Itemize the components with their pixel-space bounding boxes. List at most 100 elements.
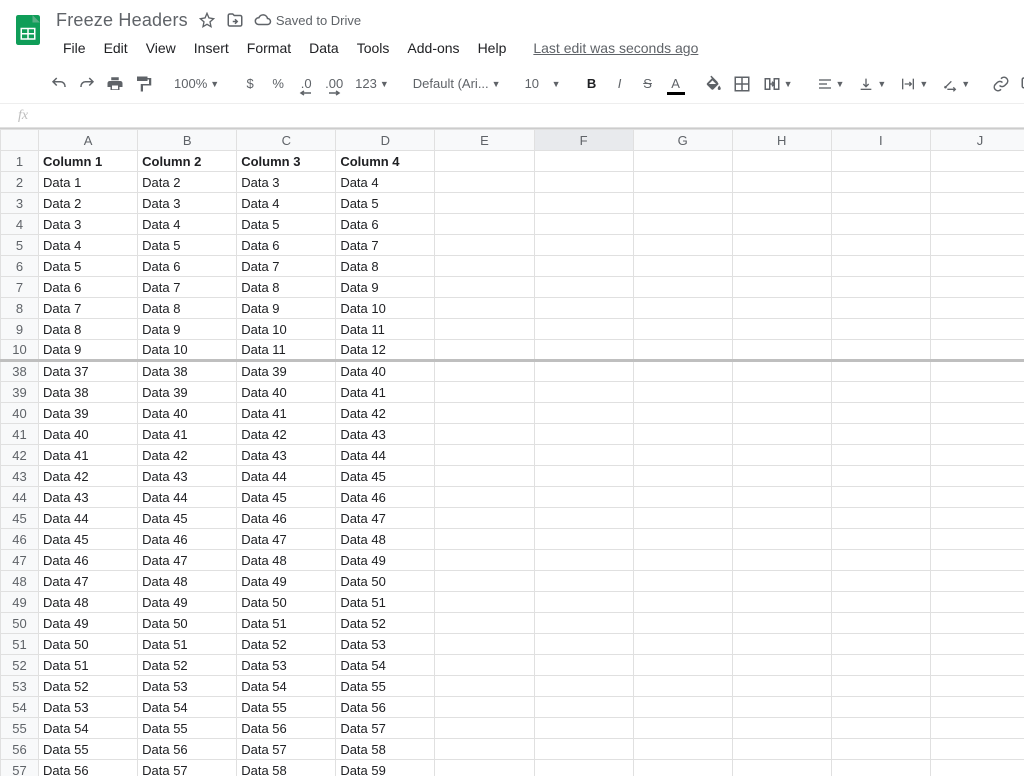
col-header-J[interactable]: J bbox=[930, 130, 1024, 151]
cell[interactable] bbox=[831, 655, 930, 676]
cell[interactable]: Data 55 bbox=[39, 739, 138, 760]
cell[interactable] bbox=[633, 592, 732, 613]
cell[interactable] bbox=[534, 445, 633, 466]
menu-format[interactable]: Format bbox=[240, 36, 298, 60]
cell[interactable]: Data 11 bbox=[336, 319, 435, 340]
cell[interactable]: Data 44 bbox=[237, 466, 336, 487]
increase-decimal-button[interactable]: .00 bbox=[321, 71, 347, 97]
cell[interactable] bbox=[732, 193, 831, 214]
cell[interactable] bbox=[633, 319, 732, 340]
row-header[interactable]: 5 bbox=[1, 235, 39, 256]
cell[interactable]: Data 45 bbox=[336, 466, 435, 487]
cell[interactable] bbox=[732, 319, 831, 340]
cell[interactable] bbox=[930, 571, 1024, 592]
cell[interactable]: Data 10 bbox=[336, 298, 435, 319]
cell[interactable]: Data 55 bbox=[336, 676, 435, 697]
cell[interactable]: Data 9 bbox=[138, 319, 237, 340]
cell[interactable]: Data 7 bbox=[138, 277, 237, 298]
cell[interactable] bbox=[435, 529, 534, 550]
cell[interactable] bbox=[732, 508, 831, 529]
cell[interactable] bbox=[732, 550, 831, 571]
cell[interactable] bbox=[831, 718, 930, 739]
row-header[interactable]: 7 bbox=[1, 277, 39, 298]
menu-view[interactable]: View bbox=[139, 36, 183, 60]
cell[interactable]: Data 9 bbox=[39, 340, 138, 361]
cell[interactable] bbox=[732, 382, 831, 403]
cell[interactable] bbox=[534, 214, 633, 235]
row-header[interactable]: 47 bbox=[1, 550, 39, 571]
col-header-D[interactable]: D bbox=[336, 130, 435, 151]
cell[interactable] bbox=[732, 571, 831, 592]
cell[interactable] bbox=[930, 361, 1024, 382]
cell[interactable]: Data 43 bbox=[336, 424, 435, 445]
cell[interactable] bbox=[930, 676, 1024, 697]
cell[interactable]: Data 42 bbox=[39, 466, 138, 487]
cell[interactable] bbox=[930, 466, 1024, 487]
cell[interactable]: Data 52 bbox=[138, 655, 237, 676]
cell[interactable]: Data 56 bbox=[39, 760, 138, 776]
cell[interactable] bbox=[732, 613, 831, 634]
row-header[interactable]: 50 bbox=[1, 613, 39, 634]
menu-file[interactable]: File bbox=[56, 36, 93, 60]
cell[interactable] bbox=[732, 403, 831, 424]
cell[interactable]: Data 7 bbox=[237, 256, 336, 277]
cell[interactable] bbox=[435, 340, 534, 361]
cell[interactable]: Data 54 bbox=[336, 655, 435, 676]
cell[interactable] bbox=[534, 382, 633, 403]
undo-button[interactable] bbox=[46, 71, 72, 97]
cell[interactable] bbox=[633, 697, 732, 718]
insert-comment-button[interactable] bbox=[1016, 71, 1024, 97]
cell[interactable] bbox=[732, 214, 831, 235]
cell[interactable] bbox=[633, 361, 732, 382]
cell[interactable]: Data 50 bbox=[336, 571, 435, 592]
row-header[interactable]: 48 bbox=[1, 571, 39, 592]
cell[interactable] bbox=[831, 424, 930, 445]
cell[interactable]: Data 39 bbox=[138, 382, 237, 403]
cell[interactable]: Data 41 bbox=[336, 382, 435, 403]
doc-title[interactable]: Freeze Headers bbox=[56, 10, 188, 31]
cell[interactable] bbox=[534, 151, 633, 172]
cell[interactable] bbox=[633, 655, 732, 676]
row-header[interactable]: 54 bbox=[1, 697, 39, 718]
cell[interactable]: Data 46 bbox=[39, 550, 138, 571]
cell[interactable] bbox=[633, 487, 732, 508]
cell[interactable]: Data 2 bbox=[39, 193, 138, 214]
cell[interactable] bbox=[930, 508, 1024, 529]
row-header[interactable]: 56 bbox=[1, 739, 39, 760]
cell[interactable]: Data 56 bbox=[138, 739, 237, 760]
cell[interactable] bbox=[831, 277, 930, 298]
cell[interactable]: Data 49 bbox=[138, 592, 237, 613]
cell[interactable] bbox=[930, 760, 1024, 776]
cell[interactable]: Data 42 bbox=[138, 445, 237, 466]
menu-tools[interactable]: Tools bbox=[350, 36, 397, 60]
cell[interactable]: Data 11 bbox=[237, 340, 336, 361]
cell[interactable] bbox=[930, 340, 1024, 361]
cell[interactable] bbox=[435, 613, 534, 634]
row-header[interactable]: 1 bbox=[1, 151, 39, 172]
strikethrough-button[interactable]: S bbox=[635, 71, 661, 97]
cell[interactable]: Data 42 bbox=[336, 403, 435, 424]
cell[interactable]: Data 51 bbox=[39, 655, 138, 676]
cell[interactable]: Data 50 bbox=[138, 613, 237, 634]
cell[interactable]: Data 51 bbox=[336, 592, 435, 613]
cell[interactable] bbox=[435, 298, 534, 319]
cell[interactable] bbox=[930, 613, 1024, 634]
cell[interactable] bbox=[534, 340, 633, 361]
cell[interactable]: Data 51 bbox=[237, 613, 336, 634]
row-header[interactable]: 39 bbox=[1, 382, 39, 403]
cell[interactable] bbox=[930, 445, 1024, 466]
cell[interactable] bbox=[435, 718, 534, 739]
cell[interactable] bbox=[831, 571, 930, 592]
cell[interactable]: Data 45 bbox=[39, 529, 138, 550]
cell[interactable] bbox=[534, 256, 633, 277]
format-currency-button[interactable]: $ bbox=[237, 71, 263, 97]
cell[interactable] bbox=[435, 508, 534, 529]
cell[interactable] bbox=[534, 361, 633, 382]
cell[interactable] bbox=[930, 550, 1024, 571]
menu-help[interactable]: Help bbox=[471, 36, 514, 60]
cell[interactable] bbox=[435, 445, 534, 466]
cell[interactable] bbox=[831, 676, 930, 697]
cell[interactable] bbox=[534, 592, 633, 613]
cell[interactable] bbox=[435, 256, 534, 277]
cell[interactable] bbox=[831, 592, 930, 613]
